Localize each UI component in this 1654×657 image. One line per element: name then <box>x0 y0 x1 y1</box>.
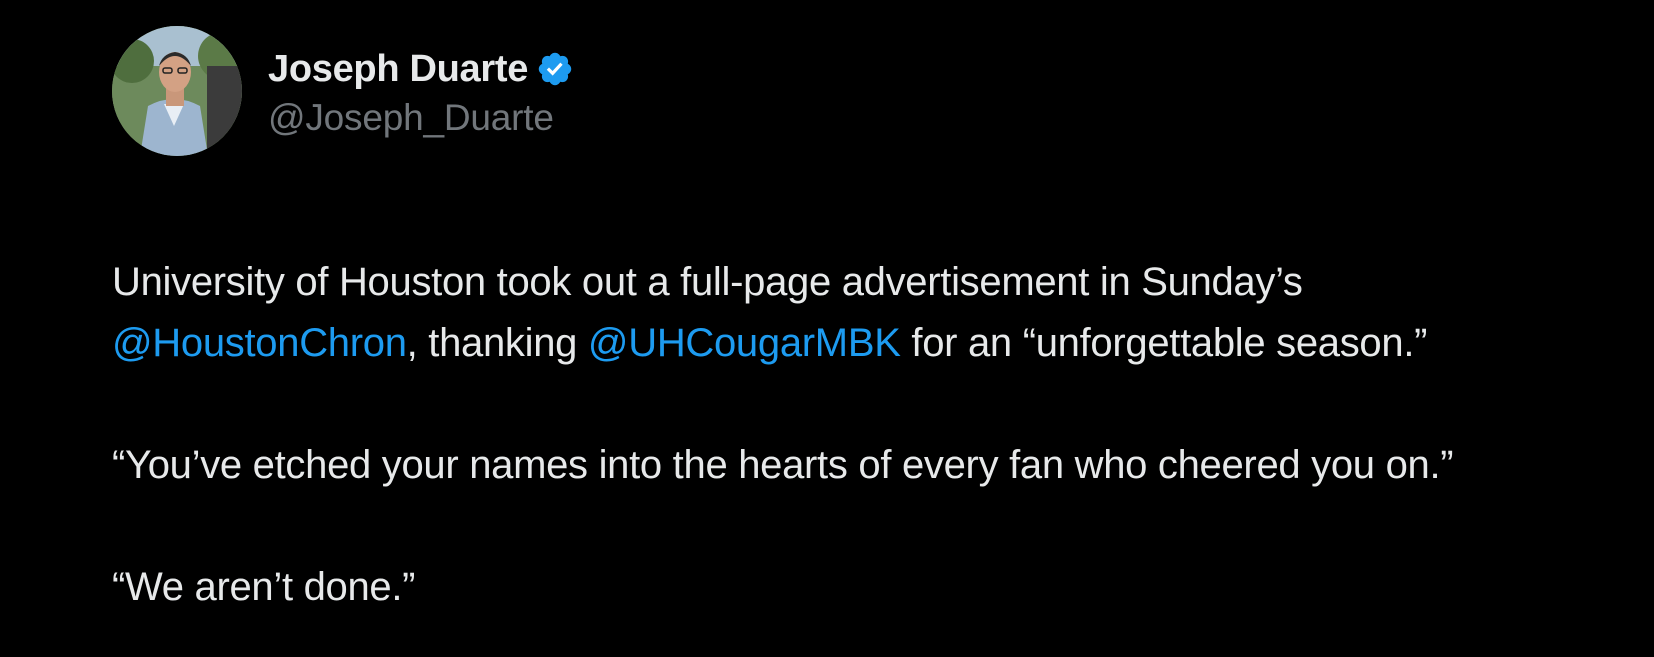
tweet-paragraph-2: “You’ve etched your names into the heart… <box>112 443 1454 487</box>
mention-link-uhcougarmbk[interactable]: @UHCougarMBK <box>588 321 901 365</box>
text-segment: University of Houston took out a full-pa… <box>112 260 1303 304</box>
tweet-paragraph-3: “We aren’t done.” <box>112 565 416 609</box>
text-segment: for an “unforgettable season.” <box>900 321 1428 365</box>
display-name[interactable]: Joseph Duarte <box>268 48 528 91</box>
tweet-paragraph-1: University of Houston took out a full-pa… <box>112 252 1612 374</box>
tweet-text: University of Houston took out a full-pa… <box>112 252 1612 618</box>
tweet: Joseph Duarte @Joseph_Duarte University … <box>112 26 1612 618</box>
avatar-image <box>112 26 242 156</box>
user-info: Joseph Duarte @Joseph_Duarte <box>268 43 574 139</box>
avatar[interactable] <box>112 26 242 156</box>
verified-badge-icon[interactable] <box>536 50 574 88</box>
tweet-header: Joseph Duarte @Joseph_Duarte <box>112 26 1612 156</box>
name-row: Joseph Duarte <box>268 43 574 95</box>
mention-link-houstonchron[interactable]: @HoustonChron <box>112 321 407 365</box>
text-segment: , thanking <box>406 321 588 365</box>
user-handle[interactable]: @Joseph_Duarte <box>268 97 574 139</box>
